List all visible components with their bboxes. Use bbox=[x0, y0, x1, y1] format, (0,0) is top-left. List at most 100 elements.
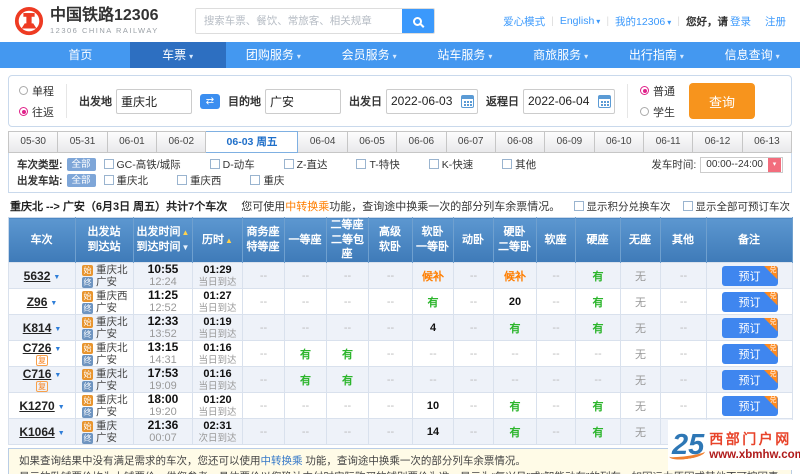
column-header[interactable]: 无座 bbox=[620, 217, 661, 263]
date-tab[interactable]: 05-31 bbox=[58, 131, 108, 153]
date-tab[interactable]: 05-30 bbox=[8, 131, 59, 153]
book-button[interactable]: 预订兑 bbox=[721, 317, 778, 338]
search-input[interactable] bbox=[195, 9, 402, 33]
book-button[interactable]: 预订兑 bbox=[721, 395, 778, 416]
calendar-icon[interactable] bbox=[598, 94, 611, 108]
train-number-link[interactable]: 5632 bbox=[24, 269, 51, 283]
filter-checkbox-option[interactable]: 其他 bbox=[502, 159, 536, 171]
column-header[interactable]: 出发时间▲ 到达时间▼ bbox=[133, 217, 193, 263]
filter-checkbox-option[interactable]: K-快速 bbox=[428, 159, 473, 171]
date-tab[interactable]: 06-07 bbox=[446, 131, 496, 153]
nav-item[interactable]: 出行指南 ▾ bbox=[609, 42, 705, 68]
filter-checkbox-option[interactable]: D-动车 bbox=[209, 159, 255, 171]
nav-item[interactable]: 车票 ▾ bbox=[129, 42, 226, 68]
filter-checkbox-option[interactable]: GC-高铁/城际 bbox=[103, 159, 181, 171]
train-number-link[interactable]: K1270 bbox=[19, 399, 54, 413]
radio-option[interactable]: 往返 bbox=[19, 104, 54, 120]
date-tab[interactable]: 06-04 bbox=[298, 131, 348, 153]
book-button[interactable]: 预订兑 bbox=[721, 369, 778, 390]
column-header[interactable]: 软卧 一等卧 bbox=[412, 217, 454, 263]
column-header[interactable]: 车次 bbox=[8, 217, 76, 263]
date-tab[interactable]: 06-10 bbox=[594, 131, 644, 153]
date-tab[interactable]: 06-08 bbox=[495, 131, 546, 153]
date-tab[interactable]: 06-01 bbox=[107, 131, 158, 153]
all-badge[interactable]: 全部 bbox=[66, 158, 96, 171]
calendar-icon[interactable] bbox=[461, 94, 474, 108]
emu-sleeper-cell: -- bbox=[453, 262, 494, 289]
train-number-link[interactable]: C716 bbox=[23, 367, 52, 381]
radio-option[interactable]: 学生 bbox=[640, 104, 675, 120]
duration: 01:27 bbox=[203, 289, 232, 302]
search-button[interactable] bbox=[401, 9, 434, 33]
date-tab[interactable]: 06-09 bbox=[545, 131, 595, 153]
transfer-link[interactable]: 中转换乘 bbox=[285, 201, 329, 213]
swap-stations-icon[interactable]: ⇄ bbox=[200, 93, 220, 109]
train-number-link[interactable]: C726 bbox=[23, 341, 52, 355]
filter-option-label: 重庆 bbox=[263, 175, 285, 187]
expand-caret-icon[interactable]: ▼ bbox=[54, 326, 61, 333]
column-header[interactable]: 软座 bbox=[536, 217, 576, 263]
column-header[interactable]: 历时▲ bbox=[192, 217, 243, 263]
filter-checkbox-option[interactable]: 重庆北 bbox=[103, 175, 148, 187]
column-header[interactable]: 出发站 到达站 bbox=[75, 217, 134, 263]
column-header[interactable]: 二等座 二等包座 bbox=[326, 217, 369, 263]
column-header[interactable]: 一等座 bbox=[284, 217, 327, 263]
date-tab[interactable]: 06-05 bbox=[347, 131, 398, 153]
column-header[interactable]: 商务座 特等座 bbox=[242, 217, 285, 263]
sort-desc-icon[interactable]: ▼ bbox=[182, 243, 190, 252]
train-number-link[interactable]: Z96 bbox=[27, 295, 48, 309]
nav-item[interactable]: 商旅服务 ▾ bbox=[513, 42, 609, 68]
expand-caret-icon[interactable]: ▼ bbox=[53, 274, 60, 281]
expand-caret-icon[interactable]: ▼ bbox=[54, 372, 61, 379]
my12306-menu[interactable]: 我的12306 ▾ bbox=[615, 14, 671, 29]
query-button[interactable]: 查询 bbox=[689, 83, 755, 119]
date-tab[interactable]: 06-03 周五 bbox=[206, 131, 299, 153]
care-mode-link[interactable]: 爱心模式 bbox=[503, 14, 545, 29]
date-tab[interactable]: 06-11 bbox=[643, 131, 694, 153]
nav-item[interactable]: 首页 bbox=[34, 42, 130, 68]
transfer-link[interactable]: 中转换乘 bbox=[261, 455, 303, 467]
train-number-link[interactable]: K814 bbox=[23, 321, 52, 335]
filter-checkbox-option[interactable]: 重庆西 bbox=[176, 175, 221, 187]
date-tab[interactable]: 06-12 bbox=[693, 131, 743, 153]
column-header[interactable]: 硬座 bbox=[575, 217, 621, 263]
column-header[interactable]: 高级 软卧 bbox=[368, 217, 413, 263]
date-tab[interactable]: 06-13 bbox=[742, 131, 793, 153]
book-button[interactable]: 预订兑 bbox=[721, 291, 778, 312]
date-tab[interactable]: 06-06 bbox=[397, 131, 447, 153]
book-button[interactable]: 预订兑 bbox=[721, 265, 778, 286]
column-header[interactable]: 备注 bbox=[706, 217, 793, 263]
expand-caret-icon[interactable]: ▼ bbox=[58, 430, 65, 437]
register-link[interactable]: 注册 bbox=[765, 14, 786, 29]
filter-checkbox-option[interactable]: T-特快 bbox=[356, 159, 400, 171]
column-header[interactable]: 其他 bbox=[660, 217, 707, 263]
filter-checkbox-option[interactable]: Z-直达 bbox=[283, 159, 328, 171]
train-number-link[interactable]: K1064 bbox=[19, 425, 54, 439]
column-header[interactable]: 硬卧 二等卧 bbox=[493, 217, 537, 263]
column-header[interactable]: 动卧 bbox=[453, 217, 494, 263]
arrival-day: 当日到达 bbox=[198, 328, 237, 340]
radio-option[interactable]: 普通 bbox=[640, 83, 675, 99]
nav-item[interactable]: 会员服务 ▾ bbox=[321, 42, 417, 68]
nav-item[interactable]: 站车服务 ▾ bbox=[417, 42, 513, 68]
nav-item[interactable]: 团购服务 ▾ bbox=[226, 42, 322, 68]
book-button[interactable]: 预订兑 bbox=[721, 343, 778, 364]
expand-caret-icon[interactable]: ▼ bbox=[50, 300, 57, 307]
show-all-bookable-checkbox[interactable]: 显示全部可预订车次 bbox=[682, 199, 790, 214]
date-tab[interactable]: 06-02 bbox=[157, 131, 207, 153]
expand-caret-icon[interactable]: ▼ bbox=[54, 346, 61, 353]
nav-item[interactable]: 信息查询 ▾ bbox=[704, 42, 800, 68]
sort-asc-icon[interactable]: ▲ bbox=[182, 228, 190, 237]
filter-checkbox-option[interactable]: 重庆 bbox=[250, 175, 284, 187]
login-link[interactable]: 登录 bbox=[730, 14, 751, 29]
brand[interactable]: 中国铁路12306 12306 CHINA RAILWAY bbox=[14, 6, 159, 36]
language-select[interactable]: English ▾ bbox=[560, 15, 600, 27]
to-input[interactable] bbox=[265, 88, 341, 114]
radio-option[interactable]: 单程 bbox=[19, 83, 54, 99]
all-badge[interactable]: 全部 bbox=[66, 174, 96, 187]
from-input[interactable] bbox=[116, 88, 192, 114]
depart-time-select[interactable]: 00:00--24:00 ▾ bbox=[700, 156, 783, 173]
sort-asc-icon[interactable]: ▲ bbox=[225, 236, 233, 245]
show-points-trains-checkbox[interactable]: 显示积分兑换车次 bbox=[573, 199, 671, 214]
expand-caret-icon[interactable]: ▼ bbox=[58, 404, 65, 411]
